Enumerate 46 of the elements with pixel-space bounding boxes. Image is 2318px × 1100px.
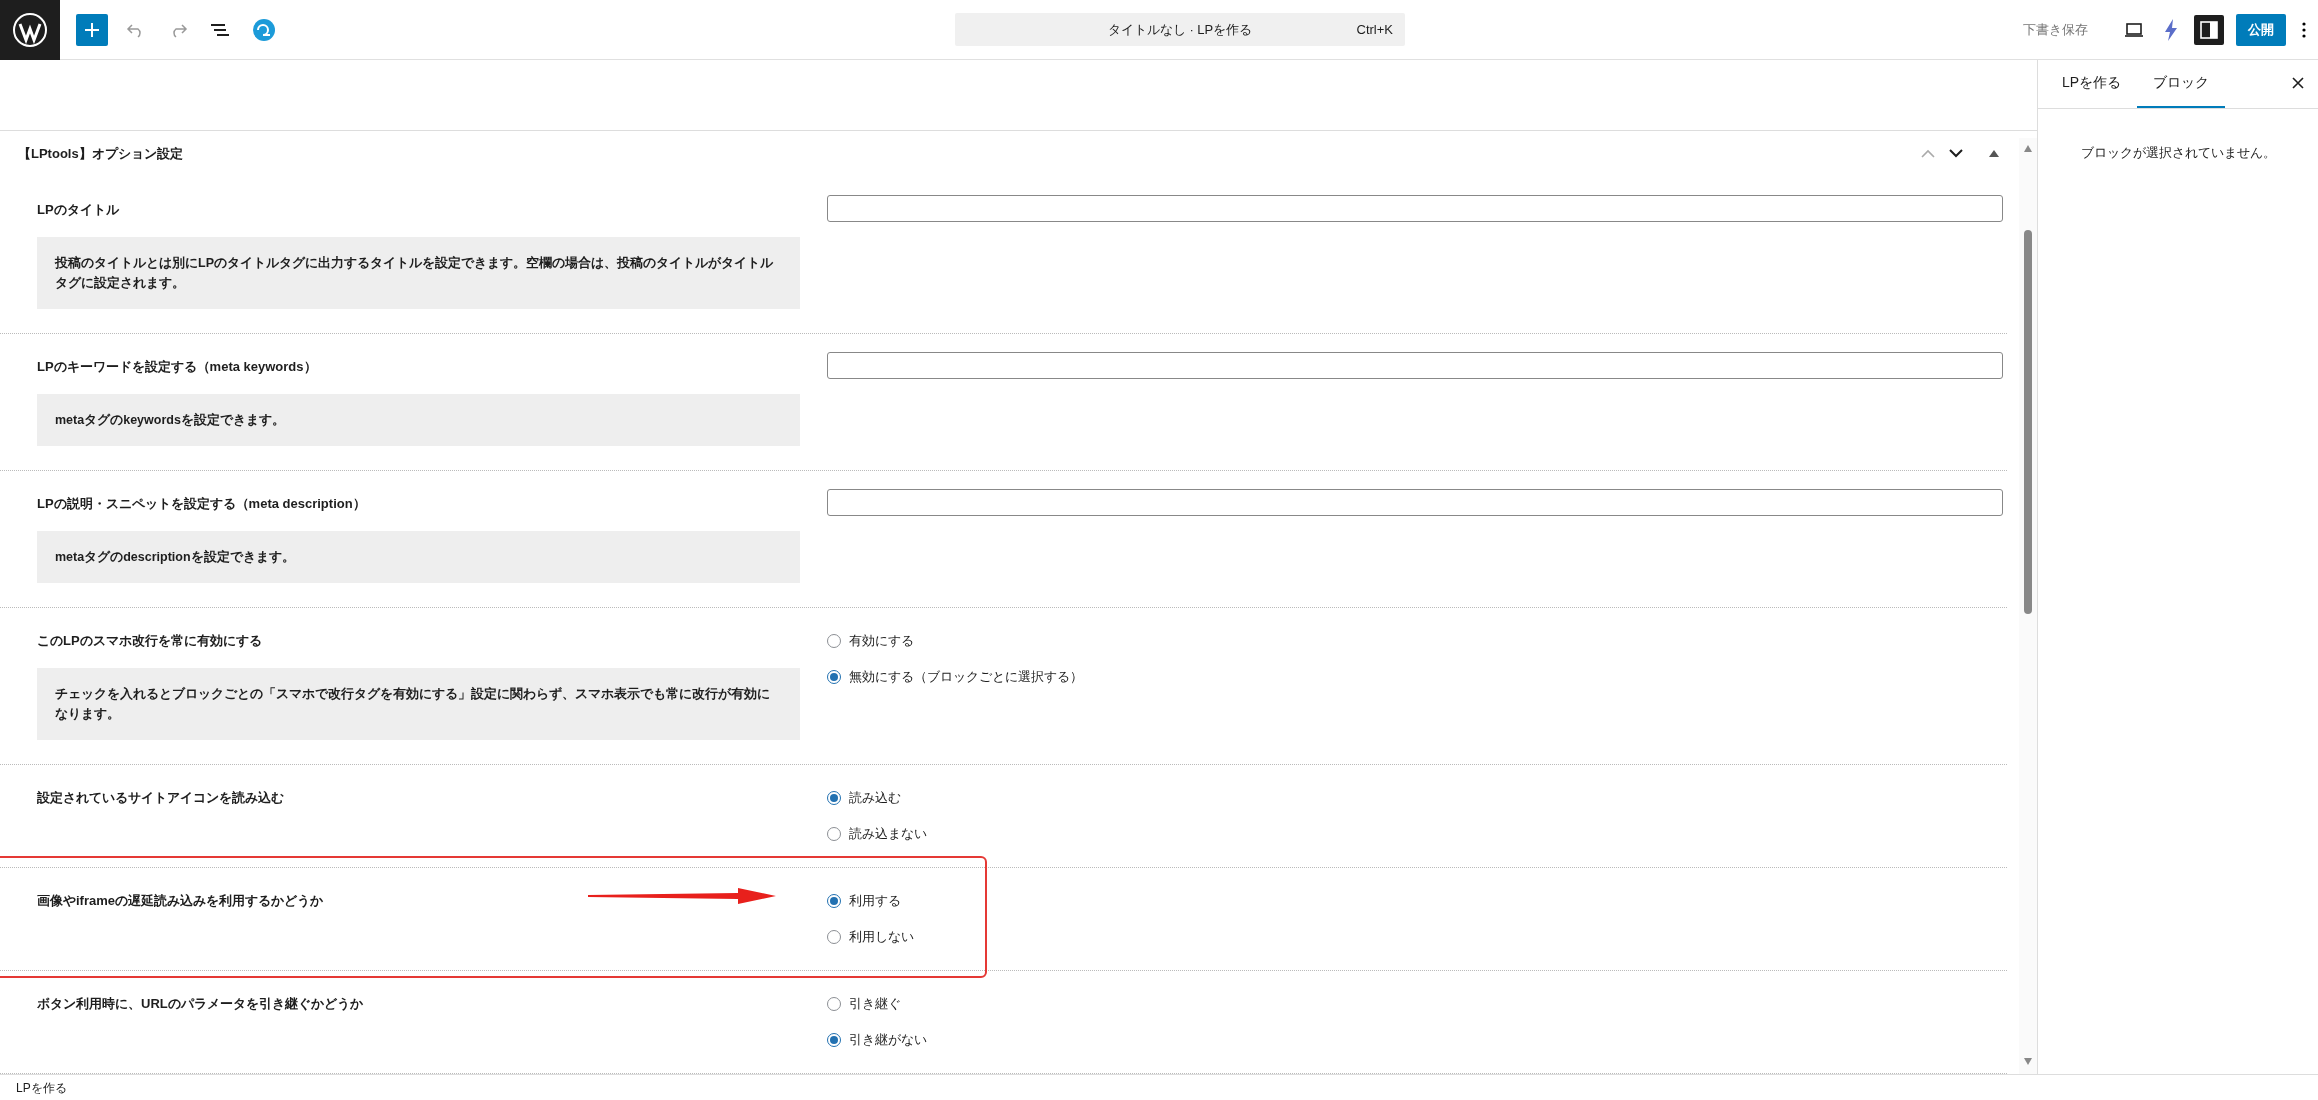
breadcrumb[interactable]: LPを作る: [0, 1074, 2318, 1100]
move-up-icon[interactable]: [1921, 149, 1935, 159]
publish-button[interactable]: 公開: [2236, 13, 2286, 46]
radio-button[interactable]: [827, 634, 841, 648]
radio-label: 有効にする: [849, 632, 914, 650]
radio-label: 利用しない: [849, 928, 914, 946]
radio-button[interactable]: [827, 670, 841, 684]
setting-label: LPのキーワードを設定する（meta keywords）: [37, 358, 317, 376]
sidebar-toggle-button[interactable]: [2194, 14, 2224, 45]
radio-label: 引き継ぐ: [849, 995, 901, 1013]
text-input[interactable]: [827, 352, 2003, 379]
radio-button[interactable]: [827, 1033, 841, 1047]
setting-label: LPのタイトル: [37, 201, 119, 219]
move-down-icon[interactable]: [1949, 149, 1963, 159]
setting-label: ボタン利用時に、URLのパラメータを引き継ぐかどうか: [37, 995, 363, 1013]
radio-button[interactable]: [827, 997, 841, 1011]
radio-button[interactable]: [827, 930, 841, 944]
sidebar-tab[interactable]: LPを作る: [2046, 60, 2138, 108]
radio-button[interactable]: [827, 827, 841, 841]
empty-message: ブロックが選択されていません。: [2079, 145, 2277, 162]
radio-button[interactable]: [827, 791, 841, 805]
sidebar-tab[interactable]: ブロック: [2137, 60, 2226, 108]
plus-icon[interactable]: [84, 21, 100, 38]
setting-description: metaタグのdescriptionを設定できます。: [37, 531, 800, 583]
command-bar[interactable]: タイトルなし · LPを作る Ctrl+K: [955, 13, 1405, 46]
text-input[interactable]: [827, 489, 2003, 516]
radio-label: 読み込む: [849, 789, 901, 807]
panel-title: 【LPtools】オプション設定: [18, 144, 184, 163]
sidebar-icon[interactable]: [2200, 20, 2218, 39]
add-block-button[interactable]: [76, 13, 108, 46]
collapse-icon[interactable]: [1989, 150, 1999, 158]
setting-label: 画像やiframeの遅延読み込みを利用するかどうか: [37, 892, 324, 910]
setting-label: このLPのスマホ改行を常に有効にする: [37, 632, 262, 650]
setting-description: 投稿のタイトルとは別にLPのタイトルタグに出力するタイトルを設定できます。空欄の場合は、投稿のタイトルがタイトルタグに設定されます。: [37, 237, 800, 309]
radio-label: 引き継がない: [849, 1031, 927, 1049]
text-input[interactable]: [827, 195, 2003, 222]
wordpress-logo[interactable]: [0, 0, 60, 60]
radio-label: 無効にする（ブロックごとに選択する）: [849, 668, 1083, 686]
radio-button[interactable]: [827, 894, 841, 908]
save-draft-button[interactable]: 下書き保存: [2017, 19, 2094, 40]
radio-label: 利用する: [849, 892, 901, 910]
setting-description: metaタグのkeywordsを設定できます。: [37, 394, 800, 446]
setting-label: 設定されているサイトアイコンを読み込む: [37, 789, 284, 807]
setting-label: LPの説明・スニペットを設定する（meta description）: [37, 495, 366, 513]
radio-label: 読み込まない: [849, 825, 927, 843]
setting-description: チェックを入れるとブロックごとの「スマホで改行タグを有効にする」設定に関わらず、スマホ表示でも常に改行が有効になります。: [37, 668, 800, 740]
